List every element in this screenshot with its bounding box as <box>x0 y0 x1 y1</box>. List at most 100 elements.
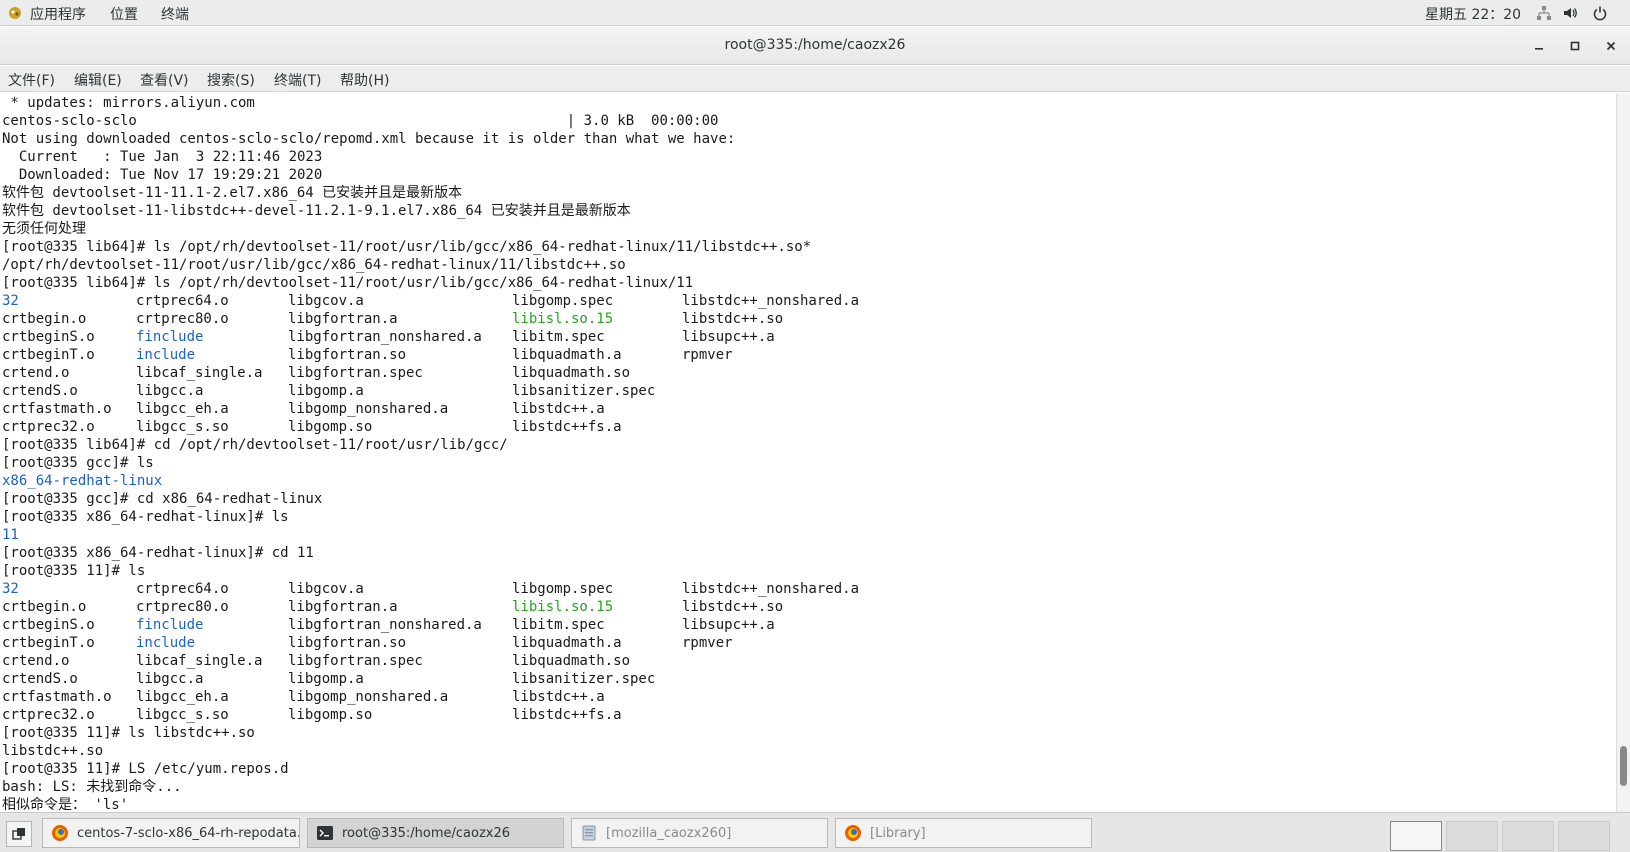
terminal-line: [root@335 11]# LS /etc/yum.repos.d <box>2 761 289 777</box>
ls-entry: crtprec32.o <box>2 707 95 723</box>
ls-entry: libgomp.a <box>288 383 364 399</box>
ls-entry: libstdc++.a <box>512 401 605 417</box>
workspace-2[interactable] <box>1446 821 1498 851</box>
menu-edit[interactable]: 编辑(E) <box>74 70 122 90</box>
applications-menu[interactable]: 应用程序 <box>30 4 86 24</box>
ls-entry: libgomp.so <box>288 419 373 435</box>
ls-entry: libgcc_eh.a <box>136 689 229 705</box>
firefox-icon <box>845 825 861 841</box>
ls-entry: crtprec64.o <box>136 293 229 309</box>
terminal-line: [root@335 11]# ls <box>2 563 146 579</box>
terminal-app-menu[interactable]: 终端 <box>161 4 189 24</box>
ls-entry: crtprec64.o <box>136 581 229 597</box>
terminal-line: Not using downloaded centos-sclo-sclo/re… <box>2 131 736 147</box>
ls-entry: libcaf_single.a <box>136 653 263 669</box>
firefox-icon <box>52 825 68 841</box>
ls-entry: libgfortran.a <box>288 599 398 615</box>
show-desktop-button[interactable] <box>6 821 32 847</box>
workspace-3[interactable] <box>1502 821 1554 851</box>
terminal-line: 相似命令是： 'ls' <box>2 797 129 812</box>
file-manager-icon <box>582 825 596 841</box>
clock[interactable]: 星期五 22：20 <box>1425 4 1521 24</box>
terminal-line: Downloaded: Tue Nov 17 19:29:21 2020 <box>2 167 323 183</box>
ls-entry: libquadmath.so <box>512 365 631 381</box>
ls-entry: libgcc_s.so <box>136 419 229 435</box>
ls-entry: libstdc++.a <box>512 689 605 705</box>
task-firefox-repodata[interactable]: centos-7-sclo-x86_64-rh-repodata... <box>42 818 300 848</box>
ls-entry: libstdc++fs.a <box>512 707 622 723</box>
ls-entry: libsupc++.a <box>682 617 775 633</box>
task-library[interactable]: [Library] <box>835 818 1092 848</box>
ls-entry: libgfortran_nonshared.a <box>288 329 482 345</box>
ls-entry: libgfortran.so <box>288 347 407 363</box>
terminal-line: 无须任何处理 <box>2 221 86 237</box>
network-icon[interactable] <box>1536 5 1552 21</box>
terminal-line: x86_64-redhat-linux <box>2 473 163 489</box>
power-icon[interactable] <box>1592 5 1608 21</box>
maximize-icon[interactable] <box>1566 37 1584 55</box>
task-label: [Library] <box>870 825 926 841</box>
task-terminal[interactable]: root@335:/home/caozx26 <box>307 818 564 848</box>
ls-entry: libstdc++fs.a <box>512 419 622 435</box>
window-title: root@335:/home/caozx26 <box>724 37 906 53</box>
terminal-icon <box>317 826 333 840</box>
terminal-line: * updates: mirrors.aliyun.com <box>2 95 255 111</box>
terminal-line: /opt/rh/devtoolset-11/root/usr/lib/gcc/x… <box>2 257 626 273</box>
scrollbar-thumb[interactable] <box>1620 746 1627 786</box>
menu-file[interactable]: 文件(F) <box>8 70 55 90</box>
task-file-manager[interactable]: [mozilla_caozx260] <box>571 818 828 848</box>
ls-entry: finclude <box>136 617 204 633</box>
ls-entry: libsupc++.a <box>682 329 775 345</box>
terminal-line: [root@335 11]# ls libstdc++.so <box>2 725 255 741</box>
terminal-line: bash: LS: 未找到命令... <box>2 779 182 795</box>
top-bar: 应用程序 位置 终端 星期五 22：20 <box>0 0 1630 26</box>
menu-terminal[interactable]: 终端(T) <box>274 70 321 90</box>
task-label: centos-7-sclo-x86_64-rh-repodata... <box>77 825 299 841</box>
volume-icon[interactable] <box>1562 5 1578 21</box>
terminal-output[interactable]: * updates: mirrors.aliyun.com centos-sclo… <box>0 94 1616 812</box>
ls-entry: crtprec80.o <box>136 311 229 327</box>
ls-entry: include <box>136 347 196 363</box>
close-icon[interactable] <box>1602 37 1620 55</box>
ls-entry: crtendS.o <box>2 671 78 687</box>
terminal-line: 11 <box>2 527 19 543</box>
window-titlebar[interactable]: root@335:/home/caozx26 <box>0 27 1630 65</box>
ls-entry: libgomp_nonshared.a <box>288 689 449 705</box>
places-menu[interactable]: 位置 <box>110 4 138 24</box>
ls-entry: libquadmath.a <box>512 347 622 363</box>
ls-entry: crtbeginT.o <box>2 347 95 363</box>
terminal-line: Current : Tue Jan 3 22:11:46 2023 <box>2 149 323 165</box>
terminal-line: [root@335 gcc]# cd x86_64-redhat-linux <box>2 491 323 507</box>
ls-entry: libgcc_s.so <box>136 707 229 723</box>
minimize-icon[interactable] <box>1530 37 1548 55</box>
ls-entry: crtbegin.o <box>2 311 87 327</box>
ls-entry: finclude <box>136 329 204 345</box>
terminal-scrollbar[interactable] <box>1616 94 1630 812</box>
ls-entry: crtbeginS.o <box>2 617 95 633</box>
ls-entry: libstdc++.so <box>682 599 784 615</box>
workspace-1[interactable] <box>1390 821 1442 851</box>
terminal-line: 软件包 devtoolset-11-libstdc++-devel-11.2.1… <box>2 203 631 219</box>
workspace-4[interactable] <box>1558 821 1610 851</box>
ls-entry: crtprec32.o <box>2 419 95 435</box>
terminal-line: centos-sclo-sclo | 3.0 kB 00:00:00 <box>2 113 719 129</box>
menu-view[interactable]: 查看(V) <box>140 70 189 90</box>
ls-entry: crtendS.o <box>2 383 78 399</box>
menu-search[interactable]: 搜索(S) <box>207 70 255 90</box>
terminal-line: 软件包 devtoolset-11-11.1-2.el7.x86_64 已安装并… <box>2 185 463 201</box>
terminal-line: [root@335 x86_64-redhat-linux]# cd 11 <box>2 545 314 561</box>
ls-entry: libsanitizer.spec <box>512 671 656 687</box>
ls-entry: 32 <box>2 293 19 309</box>
ls-entry: libgomp.so <box>288 707 373 723</box>
task-label: root@335:/home/caozx26 <box>342 825 510 841</box>
ls-entry: libsanitizer.spec <box>512 383 656 399</box>
ls-entry: crtprec80.o <box>136 599 229 615</box>
terminal-line: [root@335 gcc]# ls <box>2 455 154 471</box>
menu-help[interactable]: 帮助(H) <box>340 70 389 90</box>
ls-entry: libstdc++.so <box>682 311 784 327</box>
ls-entry: crtbeginS.o <box>2 329 95 345</box>
ls-entry: libgomp_nonshared.a <box>288 401 449 417</box>
apps-icon[interactable] <box>8 6 22 20</box>
ls-entry: libisl.so.15 <box>512 311 614 327</box>
ls-entry: rpmver <box>682 347 733 363</box>
